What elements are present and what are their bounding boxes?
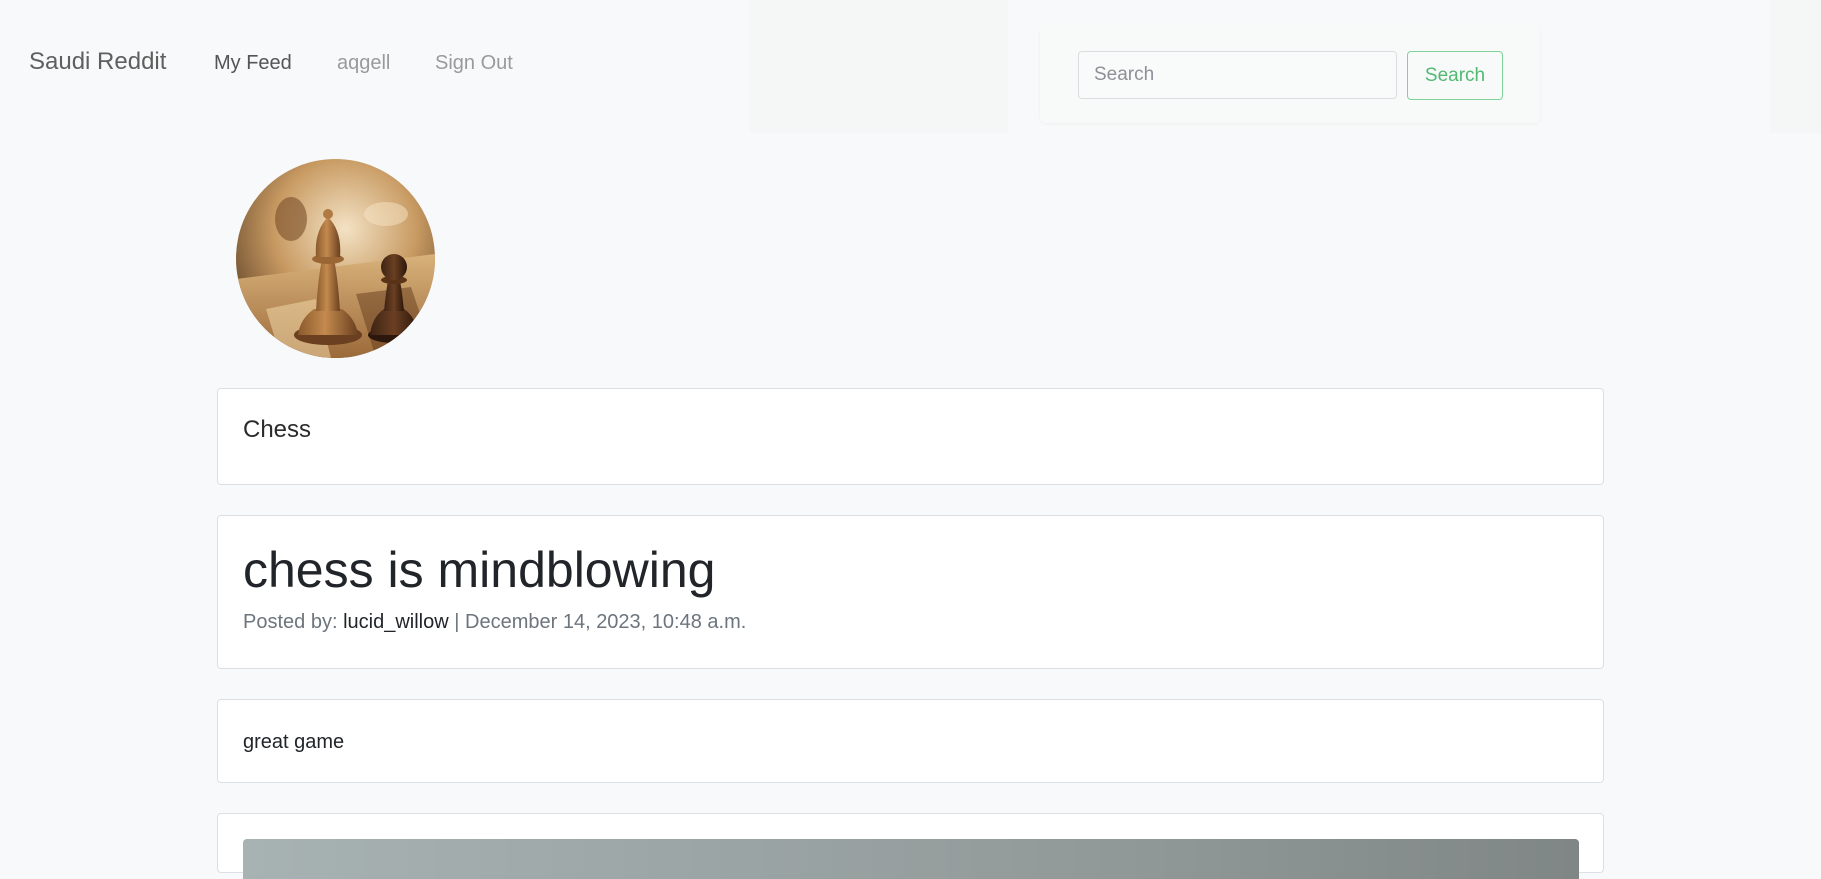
brand-link[interactable]: Saudi Reddit: [29, 48, 166, 76]
nav-username-link[interactable]: aqgell: [337, 51, 390, 75]
search-form: Search: [1040, 26, 1540, 123]
post-image: [243, 839, 1579, 879]
search-button[interactable]: Search: [1407, 51, 1503, 100]
post-body-text: great game: [243, 731, 345, 753]
navbar-shade: [1770, 0, 1821, 133]
post-image-card: [217, 813, 1604, 879]
meta-separator: |: [454, 611, 460, 633]
top-navbar: Saudi Reddit My Feed aqgell Sign Out Sea…: [0, 0, 1821, 133]
post-meta: Posted by: lucid_willow | December 14, 2…: [243, 610, 746, 634]
chess-pieces-image: [236, 159, 435, 358]
post-timestamp: December 14, 2023, 10:48 a.m.: [465, 611, 747, 633]
post-header-card: chess is mindblowing Posted by: lucid_wi…: [217, 515, 1604, 669]
community-name: Chess: [243, 416, 312, 443]
nav-sign-out-link[interactable]: Sign Out: [435, 51, 513, 75]
post-body-card: great game: [217, 699, 1604, 783]
posted-by-label: Posted by:: [243, 611, 338, 633]
navbar-shade: [750, 0, 1008, 133]
post-author-link[interactable]: lucid_willow: [343, 611, 449, 633]
search-input[interactable]: [1078, 51, 1397, 99]
nav-my-feed-link[interactable]: My Feed: [214, 51, 292, 75]
post-title: chess is mindblowing: [243, 542, 716, 598]
community-avatar: [236, 159, 435, 358]
community-card: Chess: [217, 388, 1604, 485]
